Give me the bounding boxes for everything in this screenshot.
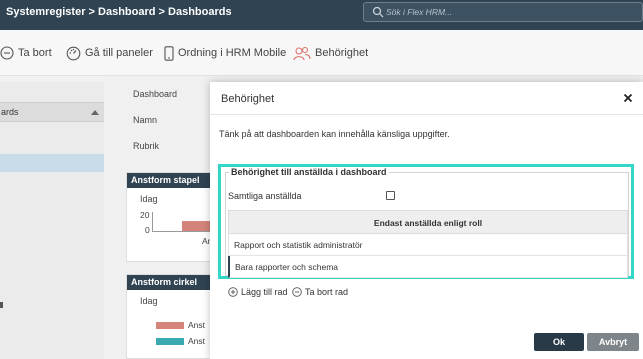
table-row[interactable]: Rapport och statistik administratör — [228, 234, 628, 256]
permissions-dialog: Behörighet Tänk på att dashboarden kan i… — [210, 82, 643, 359]
axis-tick-0: 0 — [145, 225, 150, 235]
fieldset-legend: Behörighet till anställda i dashboard — [229, 167, 389, 177]
close-icon[interactable] — [622, 92, 634, 104]
breadcrumb: Systemregister > Dashboard > Dashboards — [6, 6, 232, 18]
search-icon — [372, 6, 384, 18]
search-box[interactable] — [363, 2, 643, 22]
go-to-panels-button[interactable]: Gå till paneler — [66, 45, 153, 61]
plus-circle-icon — [228, 287, 238, 297]
search-input[interactable] — [386, 4, 636, 20]
mobile-order-button[interactable]: Ordning i HRM Mobile — [164, 45, 286, 61]
chevron-up-icon — [91, 110, 99, 115]
sidebar-item-selected[interactable] — [0, 154, 104, 172]
minus-circle-icon — [292, 287, 302, 297]
minus-circle-icon — [0, 46, 14, 60]
add-row-label: Lägg till rad — [241, 287, 288, 297]
sidebar-header[interactable]: ards — [0, 102, 104, 122]
axis-tick-20: 20 — [140, 210, 150, 220]
sidebar: ards — [0, 82, 104, 359]
sidebar-marker — [0, 302, 3, 308]
panel-card-label: Idag — [140, 194, 158, 204]
toolbar: Ta bort Gå till paneler Ordning i HRM Mo… — [0, 30, 643, 76]
role-table: Endast anställda enligt roll Rapport och… — [228, 210, 628, 278]
users-icon — [293, 46, 311, 60]
legend-label: Anst — [188, 336, 206, 346]
panel-card-label: Idag — [140, 296, 158, 306]
dialog-divider — [210, 114, 643, 115]
permissions-button[interactable]: Behörighet — [293, 45, 368, 61]
sidebar-header-label: ards — [1, 107, 19, 117]
all-employees-label: Samtliga anställda — [228, 191, 302, 201]
remove-row-label: Ta bort rad — [305, 287, 349, 297]
dialog-message: Tänk på att dashboarden kan innehålla kä… — [219, 129, 450, 139]
permissions-label: Behörighet — [315, 47, 369, 59]
legend-label: Anst — [188, 320, 206, 330]
field-label-name: Namn — [133, 115, 158, 125]
field-label-title: Rubrik — [133, 141, 160, 151]
legend-swatch — [156, 338, 184, 345]
ok-button[interactable]: Ok — [534, 333, 584, 351]
top-bar: Systemregister > Dashboard > Dashboards — [0, 0, 643, 30]
dashboard-gauge-icon — [66, 46, 81, 60]
role-table-header: Endast anställda enligt roll — [228, 210, 628, 234]
y-axis — [152, 212, 153, 232]
dialog-title: Behörighet — [221, 93, 275, 105]
mobile-order-label: Ordning i HRM Mobile — [178, 47, 287, 59]
add-row-button[interactable]: Lägg till rad — [228, 287, 288, 297]
chart-bar — [182, 221, 212, 231]
table-row[interactable]: Bara rapporter och schema — [228, 256, 628, 278]
delete-button[interactable]: Ta bort — [0, 45, 52, 61]
cancel-button[interactable]: Avbryt — [587, 333, 639, 351]
all-employees-checkbox[interactable] — [386, 191, 395, 200]
remove-row-button[interactable]: Ta bort rad — [292, 287, 348, 297]
delete-button-label: Ta bort — [18, 47, 52, 59]
legend-swatch — [156, 322, 184, 329]
mobile-phone-icon — [164, 45, 174, 61]
go-to-panels-label: Gå till paneler — [85, 47, 153, 59]
field-label-dashboard: Dashboard — [133, 89, 178, 99]
